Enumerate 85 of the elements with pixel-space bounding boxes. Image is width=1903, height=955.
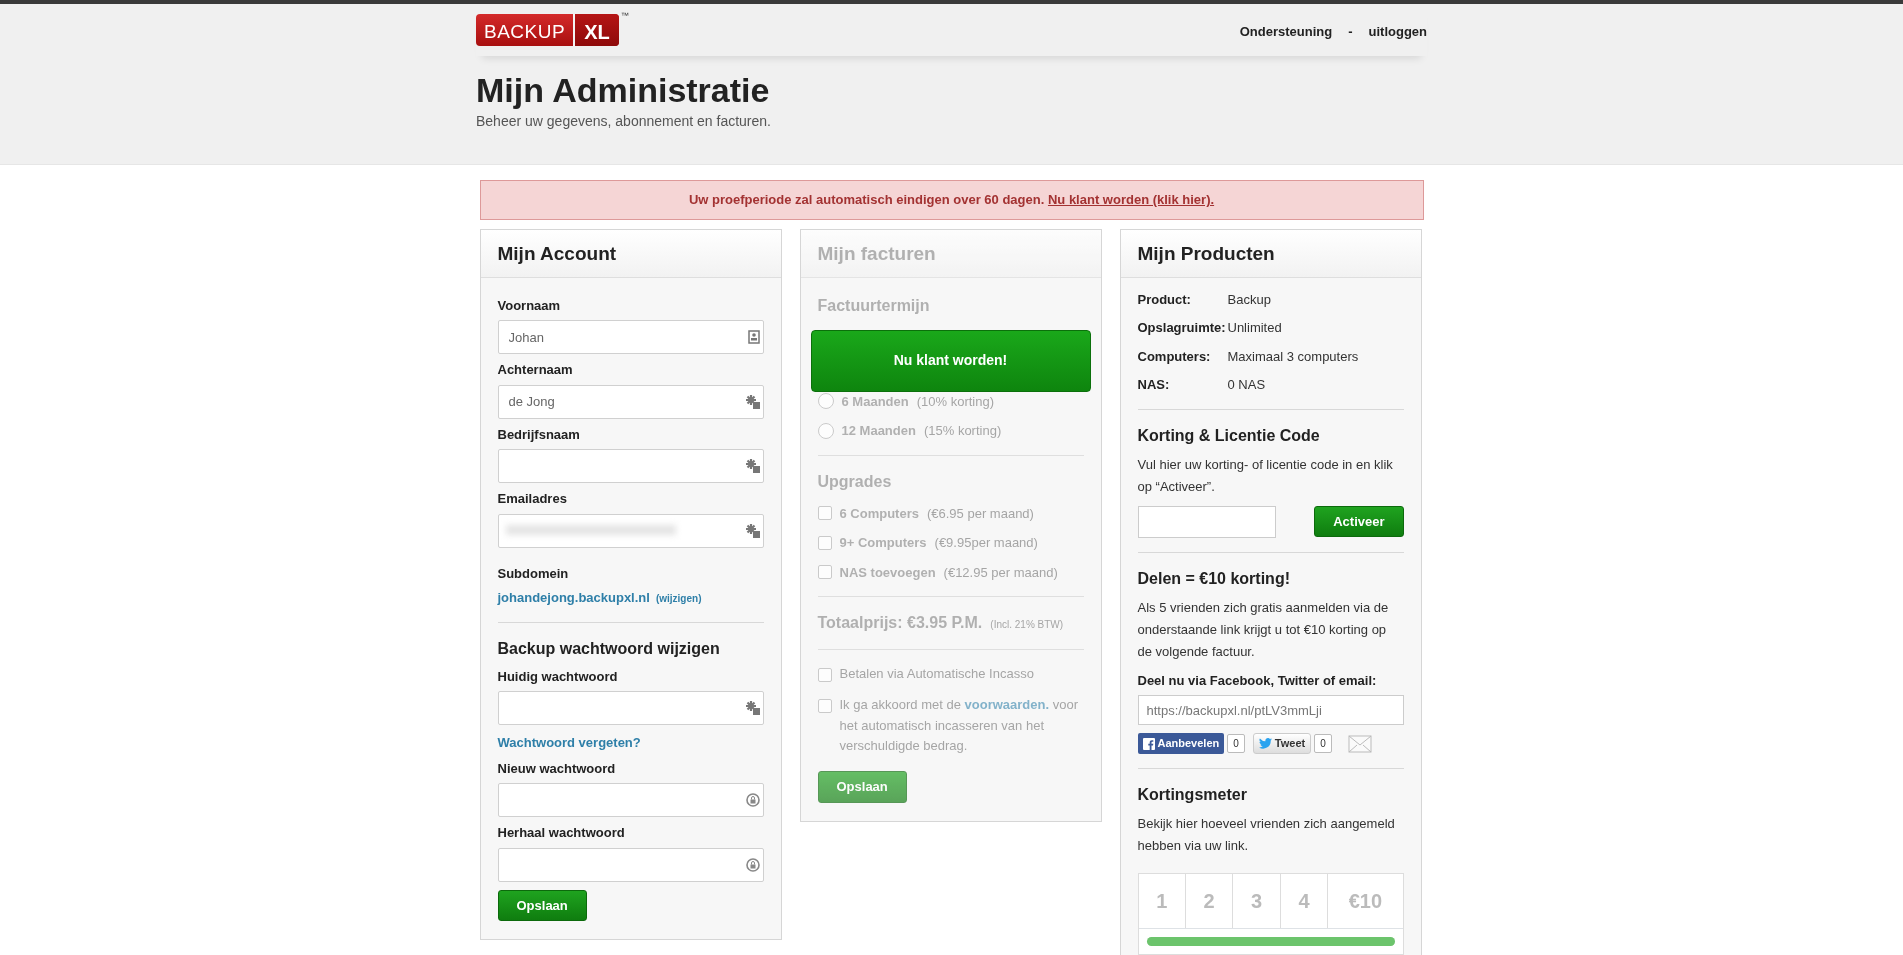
section-title: Delen = €10 korting! xyxy=(1137,568,1291,589)
meter-step: €10 xyxy=(1328,874,1403,929)
spec-label: Computers: xyxy=(1137,347,1212,366)
total-price: Totaalprijs: €3.95 P.M. xyxy=(817,613,983,633)
agreement-text: Betalen via Automatische Incasso xyxy=(839,665,1034,683)
field-label: Herhaal wachtwoord xyxy=(497,824,626,842)
option-note: (15% korting) xyxy=(923,422,1002,440)
card-title: Mijn facturen xyxy=(817,241,937,266)
page-title: Mijn Administratie xyxy=(476,70,771,111)
input-field[interactable] xyxy=(497,691,764,725)
share-count: 0 xyxy=(1314,734,1332,754)
meter-step: 2 xyxy=(1185,874,1234,929)
input-field[interactable] xyxy=(497,847,764,882)
option-label: 9+ Computers xyxy=(839,534,927,552)
alert-link[interactable]: Nu klant worden (klik hier). xyxy=(1047,192,1215,207)
alert-text: Uw proefperiode zal automatisch eindigen over 60 dagen. xyxy=(688,192,1045,207)
share-link-field[interactable]: https://backupxl.nl/ptLV3mmLji xyxy=(1137,695,1404,726)
input-field[interactable] xyxy=(497,449,764,483)
facebook-icon xyxy=(1142,737,1155,750)
spec-value: Unlimited xyxy=(1227,319,1282,337)
activate-button[interactable]: Activeer xyxy=(1314,505,1404,538)
field-label: Huidig wachtwoord xyxy=(497,667,619,686)
description-text: Vul hier uw korting- of licentie code in en klik op “Activeer”. xyxy=(1137,455,1394,496)
separator: - xyxy=(1348,23,1353,41)
description-text: Bekijk hier hoeveel vrienden zich aangemeld hebben via uw link. xyxy=(1137,814,1396,856)
option-label: 12 Maanden xyxy=(841,422,916,440)
option-note: (10% korting) xyxy=(916,392,994,411)
recommend-button[interactable]: Aanbevelen xyxy=(1137,733,1225,754)
asterisk-icon xyxy=(745,701,760,715)
nav-link[interactable]: Ondersteuning xyxy=(1239,22,1333,42)
subdomain-link[interactable]: johandejong.backupxl.nl xyxy=(497,590,650,605)
input-field[interactable]: Johan xyxy=(497,320,764,354)
field-label: Subdomein xyxy=(497,564,570,583)
logo-badge: XL xyxy=(573,14,619,46)
option-label: 6 Computers xyxy=(839,504,919,523)
lock-icon xyxy=(745,793,760,807)
tweet-button[interactable]: Tweet xyxy=(1252,733,1312,754)
forgot-password-link[interactable]: Wachtwoord vergeten? xyxy=(497,733,641,753)
share-prompt: Deel nu via Facebook, Twitter of email: xyxy=(1137,671,1378,690)
nav-link[interactable]: uitloggen xyxy=(1368,22,1427,42)
field-label: Bedrijfsnaam xyxy=(497,425,581,444)
input-field[interactable] xyxy=(497,783,764,817)
option-label: 6 Maanden xyxy=(841,392,909,411)
page-subtitle: Beheer uw gegevens, abonnement en facturen. xyxy=(476,111,772,131)
option-note: (€6.95 per maand) xyxy=(926,504,1034,523)
spec-value: Backup xyxy=(1227,290,1271,309)
share-count: 0 xyxy=(1227,734,1245,754)
field-label: Emailadres xyxy=(497,490,568,508)
meter-step: 1 xyxy=(1138,874,1186,929)
spec-label: NAS: xyxy=(1137,376,1171,394)
option-label: NAS toevoegen xyxy=(839,563,936,582)
change-link[interactable]: (wijzigen) xyxy=(655,593,702,604)
tax-note: (Incl. 21% BTW) xyxy=(990,618,1064,632)
field-label: Achternaam xyxy=(497,361,574,379)
description-text: Als 5 vrienden zich gratis aanmelden via de onderstaande link krijgt u tot €10 korting op de volgende factuur. xyxy=(1137,598,1390,661)
bird-icon xyxy=(1258,738,1272,750)
section-title: Kortingsmeter xyxy=(1137,784,1248,805)
section-title: Upgrades xyxy=(817,471,893,492)
section-title: Korting & Licentie Code xyxy=(1137,425,1321,446)
card-title: Mijn Producten xyxy=(1137,241,1276,266)
asterisk-icon xyxy=(745,459,760,473)
logo-text: BACKUP xyxy=(483,20,567,44)
section-title: Factuurtermijn xyxy=(817,295,931,316)
envelope-icon xyxy=(1347,734,1372,753)
code-input-field[interactable] xyxy=(1137,505,1276,538)
option-note: (€12.95 per maand) xyxy=(943,563,1058,582)
contact-card-icon xyxy=(747,330,760,344)
spec-value: Maximaal 3 computers xyxy=(1227,347,1359,366)
asterisk-icon xyxy=(745,523,760,538)
spec-label: Opslagruimte: xyxy=(1137,319,1227,337)
option-note: (€9.95per maand) xyxy=(934,534,1038,552)
trademark-sign: ™ xyxy=(620,10,629,22)
field-label: Nieuw wachtwoord xyxy=(497,759,617,778)
field-label: Voornaam xyxy=(497,296,562,315)
section-title: Backup wachtwoord wijzigen xyxy=(497,638,721,659)
input-field[interactable]: de Jong xyxy=(497,384,764,419)
lock-icon xyxy=(745,857,760,872)
card-title: Mijn Account xyxy=(497,241,618,266)
spec-label: Product: xyxy=(1137,290,1192,309)
spec-value: 0 NAS xyxy=(1227,376,1266,394)
agreement-text: Ik ga akkoord met de voorwaarden. voor het automatisch incasseren van het verschuldigde bedrag. xyxy=(839,695,1079,756)
meter-step: 4 xyxy=(1280,874,1329,929)
save-button[interactable]: Opslaan xyxy=(497,889,587,921)
asterisk-icon xyxy=(745,394,760,409)
meter-step: 3 xyxy=(1233,874,1281,929)
